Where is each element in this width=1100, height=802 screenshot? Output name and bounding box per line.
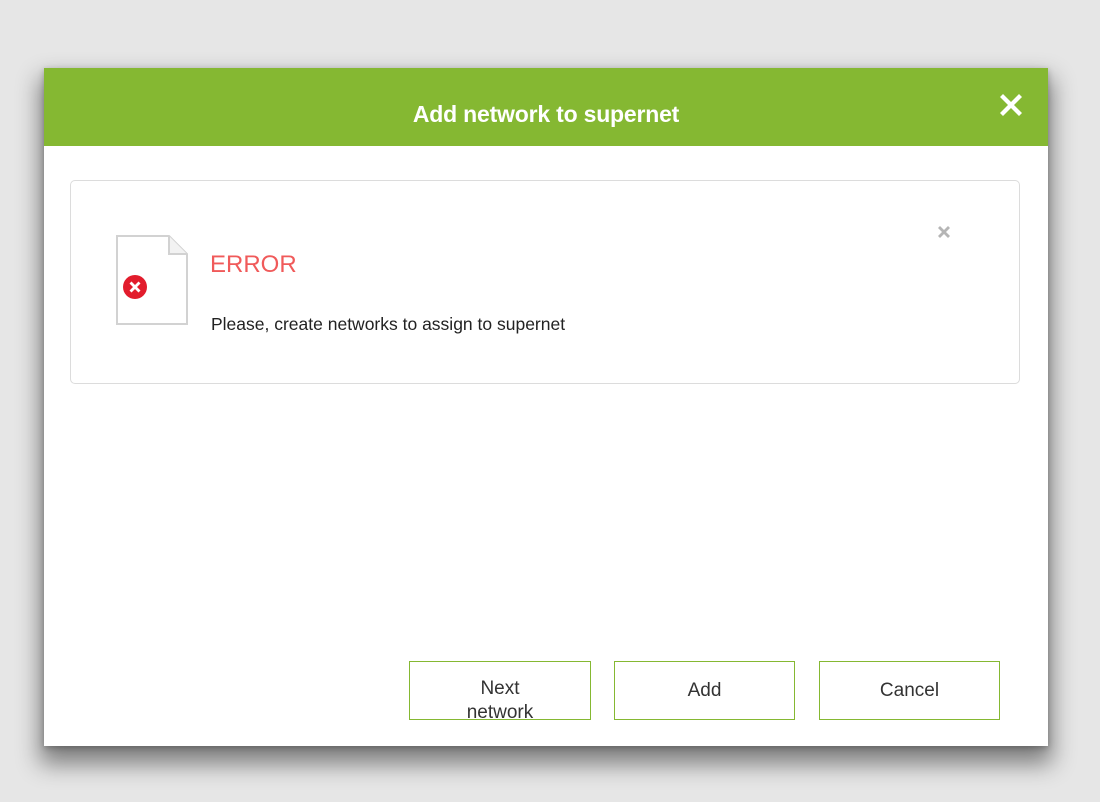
next-network-label: Next network [466,678,534,720]
alert-message: Please, create networks to assign to sup… [211,314,566,334]
close-x-icon [938,226,950,238]
alert-title: ERROR [210,251,297,278]
dialog-title: Add network to supernet [412,101,680,127]
error-alert: ERROR Please, create networks to assign … [70,180,1020,384]
cancel-button[interactable]: Cancel [819,661,1000,720]
alert-close-button[interactable] [935,223,953,241]
document-error-icon [116,235,188,325]
close-x-icon [1000,94,1022,116]
dialog-header: Add network to supernet [44,68,1048,146]
next-network-button[interactable]: Next network [409,661,591,720]
add-button[interactable]: Add [614,661,795,720]
add-network-dialog: Add network to supernet ERROR Please, cr… [44,68,1048,746]
dialog-close-button[interactable] [994,88,1028,122]
